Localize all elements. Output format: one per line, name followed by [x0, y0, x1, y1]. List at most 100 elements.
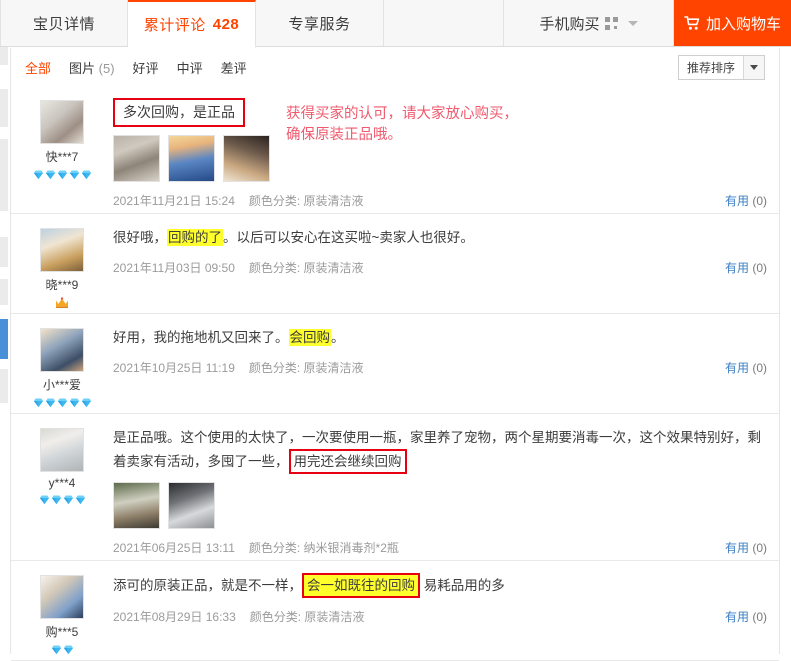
useful-button[interactable]: 有用 (0) — [725, 539, 767, 556]
user-rank-crown-icons — [55, 296, 69, 309]
review-thumbnail[interactable] — [168, 482, 215, 529]
review-thumbnail[interactable] — [113, 482, 160, 529]
review-item: 小***爱 好用，我的拖地机又回来了。会回购。 2021年10月25日 11:19 颜… — [11, 314, 779, 414]
review-meta: 2021年10月25日 11:19 颜色分类: 原装清洁液 有用 (0) — [113, 359, 767, 376]
useful-button[interactable]: 有用 (0) — [725, 359, 767, 376]
rail-segment — [0, 47, 8, 65]
review-meta: 2021年11月03日 09:50 颜色分类: 原装清洁液 有用 (0) — [113, 259, 767, 276]
review-text-segment: 好用，我的拖地机又回来了。 — [113, 330, 289, 345]
review-date: 2021年11月21日 15:24 — [113, 194, 235, 208]
highlighted-phrase: 回购的了 — [167, 229, 223, 246]
review-body: 很好哦，回购的了。以后可以安心在这买啦~卖家人也很好。 2021年11月03日 0… — [113, 226, 779, 309]
filter-negative[interactable]: 差评 — [221, 58, 247, 77]
qr-code-icon — [604, 16, 618, 30]
review-text: 好用，我的拖地机又回来了。会回购。 — [113, 326, 767, 349]
filter-with-images[interactable]: 图片 (5) — [69, 58, 115, 77]
review-user: 小***爱 — [11, 326, 113, 409]
avatar[interactable] — [40, 428, 84, 472]
useful-count: (0) — [752, 361, 767, 375]
phone-buy-button[interactable]: 手机购买 — [504, 0, 674, 46]
avatar[interactable] — [40, 228, 84, 272]
filter-label: 中评 — [176, 60, 203, 76]
product-tab-bar: 宝贝详情 累计评论 428 专享服务 手机购买 加入购物车 — [0, 0, 791, 48]
user-rank-gem-icons — [51, 643, 74, 656]
review-text-segment: 。 — [331, 330, 345, 345]
rail-segment — [0, 279, 8, 305]
user-name: 购***5 — [45, 625, 79, 639]
review-text-segment: 易耗品用的多 — [420, 578, 505, 593]
chevron-down-icon — [627, 20, 638, 26]
avatar[interactable] — [40, 328, 84, 372]
useful-button[interactable]: 有用 (0) — [725, 192, 767, 209]
review-thumbnails — [113, 482, 767, 529]
tab-label: 累计评论 — [143, 17, 206, 34]
filter-all[interactable]: 全部 — [25, 58, 51, 77]
rail-segment — [0, 369, 8, 403]
review-meta: 2021年11月21日 15:24 颜色分类: 原装清洁液 有用 (0) — [113, 192, 767, 209]
left-scroll-rail[interactable] — [0, 47, 10, 654]
useful-count: (0) — [752, 541, 767, 555]
review-text: 添可的原装正品，就是不一样， 会一如既往的回购 易耗品用的多 — [113, 573, 767, 598]
tab-exclusive-service[interactable]: 专享服务 — [256, 0, 384, 46]
review-text-segment: 很好哦， — [113, 230, 167, 245]
user-name: y***4 — [48, 476, 76, 490]
shopping-cart-icon — [684, 15, 701, 31]
review-sku: 颜色分类: 原装清洁液 — [248, 194, 364, 208]
user-name: 晓***9 — [45, 278, 79, 292]
boxed-review-title: 多次回购，是正品 — [113, 98, 245, 127]
rail-segment-active[interactable] — [0, 319, 8, 359]
filter-label: 好评 — [132, 60, 159, 76]
review-filter-bar: 全部 图片 (5) 好评 中评 差评 推荐排序 — [10, 48, 780, 86]
review-item: y***4 是正品哦。这个使用的太快了，一次要使用一瓶，家里养了宠物，两个星期要消… — [11, 414, 779, 561]
rail-segment — [0, 139, 8, 211]
review-text: 很好哦，回购的了。以后可以安心在这买啦~卖家人也很好。 — [113, 226, 767, 249]
tab-product-detail[interactable]: 宝贝详情 — [0, 0, 128, 46]
review-thumbnail[interactable] — [223, 135, 270, 182]
review-thumbnail[interactable] — [113, 135, 160, 182]
useful-count: (0) — [752, 261, 767, 275]
review-text-segment: 添可的原装正品，就是不一样， — [113, 578, 302, 593]
filter-positive[interactable]: 好评 — [133, 58, 159, 77]
filter-label: 差评 — [220, 60, 247, 76]
review-text-segment: 。以后可以安心在这买啦~卖家人也很好。 — [223, 230, 474, 245]
rail-segment — [0, 237, 8, 267]
review-sku: 颜色分类: 原装清洁液 — [248, 361, 364, 375]
review-meta: 2021年06月25日 13:11 颜色分类: 纳米银消毒剂*2瓶 有用 (0) — [113, 539, 767, 556]
add-to-cart-button[interactable]: 加入购物车 — [674, 0, 791, 46]
avatar[interactable] — [40, 575, 84, 619]
chevron-down-icon[interactable] — [743, 55, 764, 79]
review-sku: 颜色分类: 原装清洁液 — [249, 610, 365, 624]
phone-buy-label: 手机购买 — [539, 15, 600, 33]
useful-button[interactable]: 有用 (0) — [725, 259, 767, 276]
review-body: 好用，我的拖地机又回来了。会回购。 2021年10月25日 11:19 颜色分类: … — [113, 326, 779, 409]
boxed-phrase: 用完还会继续回购 — [288, 449, 407, 474]
filter-neutral[interactable]: 中评 — [177, 58, 203, 77]
tab-bar-spacer — [384, 0, 504, 46]
rail-segment — [0, 89, 8, 127]
review-sku: 颜色分类: 纳米银消毒剂*2瓶 — [248, 541, 399, 555]
filter-label: 全部 — [25, 60, 52, 76]
highlighted-phrase: 会回购 — [288, 329, 331, 346]
useful-button[interactable]: 有用 (0) — [725, 608, 767, 625]
useful-count: (0) — [752, 610, 767, 624]
tab-reviews[interactable]: 累计评论 428 — [128, 0, 256, 48]
review-item: 快***7 多次回购，是正品 2021年11月21日 15:24 颜色分类: 原装清洁… — [11, 86, 779, 214]
review-item: 购***5 添可的原装正品，就是不一样， 会一如既往的回购 易耗品用的多 2021年0… — [11, 561, 779, 661]
review-user: 晓***9 — [11, 226, 113, 309]
user-rank-gem-icons — [33, 396, 92, 409]
review-thumbnail[interactable] — [168, 135, 215, 182]
filter-label: 图片 — [69, 60, 96, 76]
add-to-cart-label: 加入购物车 — [705, 15, 781, 33]
promo-annotation: 获得买家的认可，请大家放心购买， 确保原装正品哦。 — [286, 106, 518, 143]
filter-count: (5) — [98, 60, 115, 76]
sort-dropdown[interactable]: 推荐排序 — [677, 54, 765, 80]
filter-list: 全部 图片 (5) 好评 中评 差评 — [11, 58, 265, 77]
avatar[interactable] — [40, 100, 84, 144]
review-date: 2021年06月25日 13:11 — [113, 541, 235, 555]
user-rank-gem-icons — [33, 168, 92, 181]
review-count: 428 — [212, 16, 240, 33]
review-text-segment: 是正品哦。这个使用的太快了，一次要使用一瓶，家里养了宠物，两个星期要消毒一次，这… — [113, 430, 761, 469]
review-sku: 颜色分类: 原装清洁液 — [248, 261, 364, 275]
review-text: 是正品哦。这个使用的太快了，一次要使用一瓶，家里养了宠物，两个星期要消毒一次，这… — [113, 426, 767, 474]
boxed-highlighted-phrase: 会一如既往的回购 — [302, 573, 420, 598]
